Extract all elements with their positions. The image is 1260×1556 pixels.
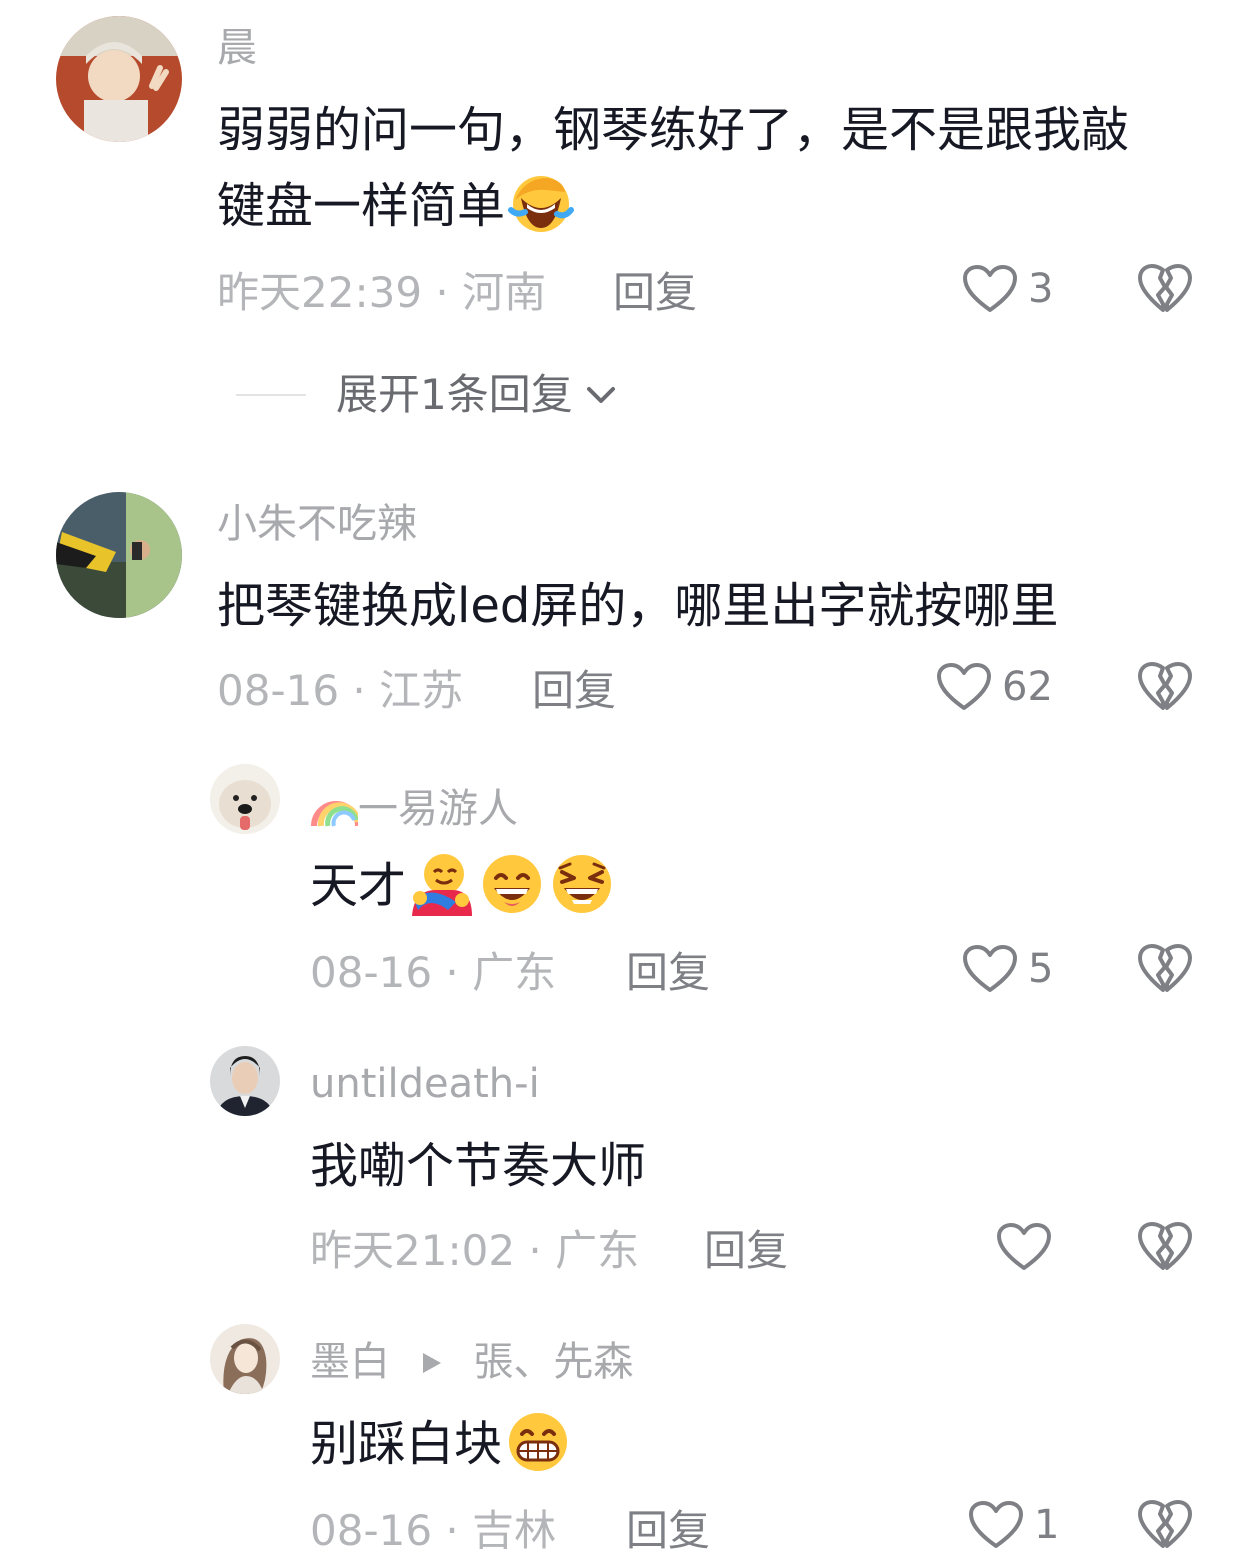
like-count: 3 (1028, 266, 1054, 312)
comment-text: 弱弱的问一句，钢琴练好了，是不是跟我敲 键盘一样简单 (217, 92, 1129, 244)
expand-replies-button[interactable]: 展开1条回复 (236, 374, 619, 416)
username-text: 墨白 (310, 1339, 390, 1385)
comment-text-line: 天才 (310, 858, 407, 914)
username[interactable]: 小朱不吃辣 (217, 504, 417, 544)
broken-heart-icon[interactable] (1137, 1499, 1193, 1551)
comment-meta: 昨天21:02 · 广东 (310, 1230, 639, 1272)
broken-heart-icon[interactable] (1137, 1221, 1193, 1273)
comment-meta: 08-16 · 广东 (310, 952, 556, 994)
comment-time: 08-16 (310, 948, 433, 997)
divider (236, 394, 306, 396)
avatar[interactable] (210, 1046, 280, 1116)
comment-meta: 08-16 · 吉林 (310, 1510, 556, 1552)
comment-time: 08-16 (217, 666, 340, 715)
reply-button[interactable]: 回复 (626, 952, 710, 994)
avatar[interactable] (210, 764, 280, 834)
comment-text: 天才 (310, 848, 616, 924)
like-count: 1 (1034, 1502, 1060, 1548)
like-button[interactable]: 3 (962, 264, 1053, 314)
broken-heart-icon[interactable] (1137, 661, 1193, 713)
heart-icon (936, 662, 992, 712)
laugh-squint-emoji-icon (548, 850, 616, 918)
comment-text-line: 键盘一样简单 (217, 178, 506, 234)
comment-location: 河南 (462, 268, 547, 317)
avatar[interactable] (210, 1324, 280, 1394)
rofl-emoji-icon (507, 170, 575, 238)
comment-location: 广东 (555, 1226, 640, 1275)
heart-icon (996, 1222, 1052, 1272)
like-count: 5 (1028, 946, 1054, 992)
reply-button[interactable]: 回复 (613, 272, 697, 314)
username-text: 一易游人 (358, 786, 518, 832)
meta-separator: · (339, 666, 380, 715)
like-count: 62 (1002, 664, 1053, 710)
heart-icon (962, 944, 1018, 994)
expand-replies-label: 展开1条回复 (336, 370, 573, 419)
meta-separator: · (432, 1506, 473, 1555)
heart-icon (968, 1500, 1024, 1550)
comment-text: 别踩白块 (310, 1406, 572, 1482)
play-arrow-icon (422, 1353, 441, 1373)
like-button[interactable]: 1 (968, 1500, 1059, 1550)
username[interactable]: 一易游人 (310, 784, 518, 829)
avatar[interactable] (56, 16, 182, 142)
username[interactable]: untildeath-i (310, 1064, 540, 1104)
avatar[interactable] (56, 492, 182, 618)
big-grin-emoji-icon (504, 1408, 572, 1476)
meta-separator: · (422, 268, 463, 317)
hug-emoji-icon (408, 850, 476, 918)
comment-time: 昨天22:39 (217, 268, 423, 317)
username[interactable]: 墨白 張、先森 (310, 1342, 633, 1382)
comment-time: 08-16 (310, 1506, 433, 1555)
reply-button[interactable]: 回复 (532, 670, 616, 712)
meta-separator: · (432, 948, 473, 997)
comment-location: 江苏 (379, 666, 464, 715)
comment-text: 把琴键换成led屏的，哪里出字就按哪里 (217, 578, 1059, 634)
grin-emoji-icon (478, 850, 546, 918)
broken-heart-icon[interactable] (1137, 263, 1193, 315)
meta-separator: · (515, 1226, 556, 1275)
comment-text-line: 弱弱的问一句，钢琴练好了，是不是跟我敲 (217, 102, 1130, 158)
comment-text-line: 别踩白块 (310, 1416, 503, 1472)
reply-to-username[interactable]: 張、先森 (473, 1339, 633, 1385)
broken-heart-icon[interactable] (1137, 943, 1193, 995)
rainbow-emoji-icon (310, 784, 361, 828)
like-button[interactable]: 62 (936, 662, 1053, 712)
comment-meta: 08-16 · 江苏 (217, 670, 463, 712)
chevron-down-icon (586, 387, 615, 403)
heart-icon (962, 264, 1018, 314)
like-button[interactable]: 5 (962, 944, 1053, 994)
reply-button[interactable]: 回复 (626, 1510, 710, 1552)
comment-text: 我嘞个节奏大师 (310, 1138, 647, 1194)
reply-button[interactable]: 回复 (704, 1230, 788, 1272)
comment-location: 广东 (472, 948, 557, 997)
comment-location: 吉林 (472, 1506, 557, 1555)
comment-meta: 昨天22:39 · 河南 (217, 272, 546, 314)
like-button[interactable] (996, 1222, 1052, 1272)
username[interactable]: 晨 (217, 28, 257, 68)
comment-time: 昨天21:02 (310, 1226, 516, 1275)
